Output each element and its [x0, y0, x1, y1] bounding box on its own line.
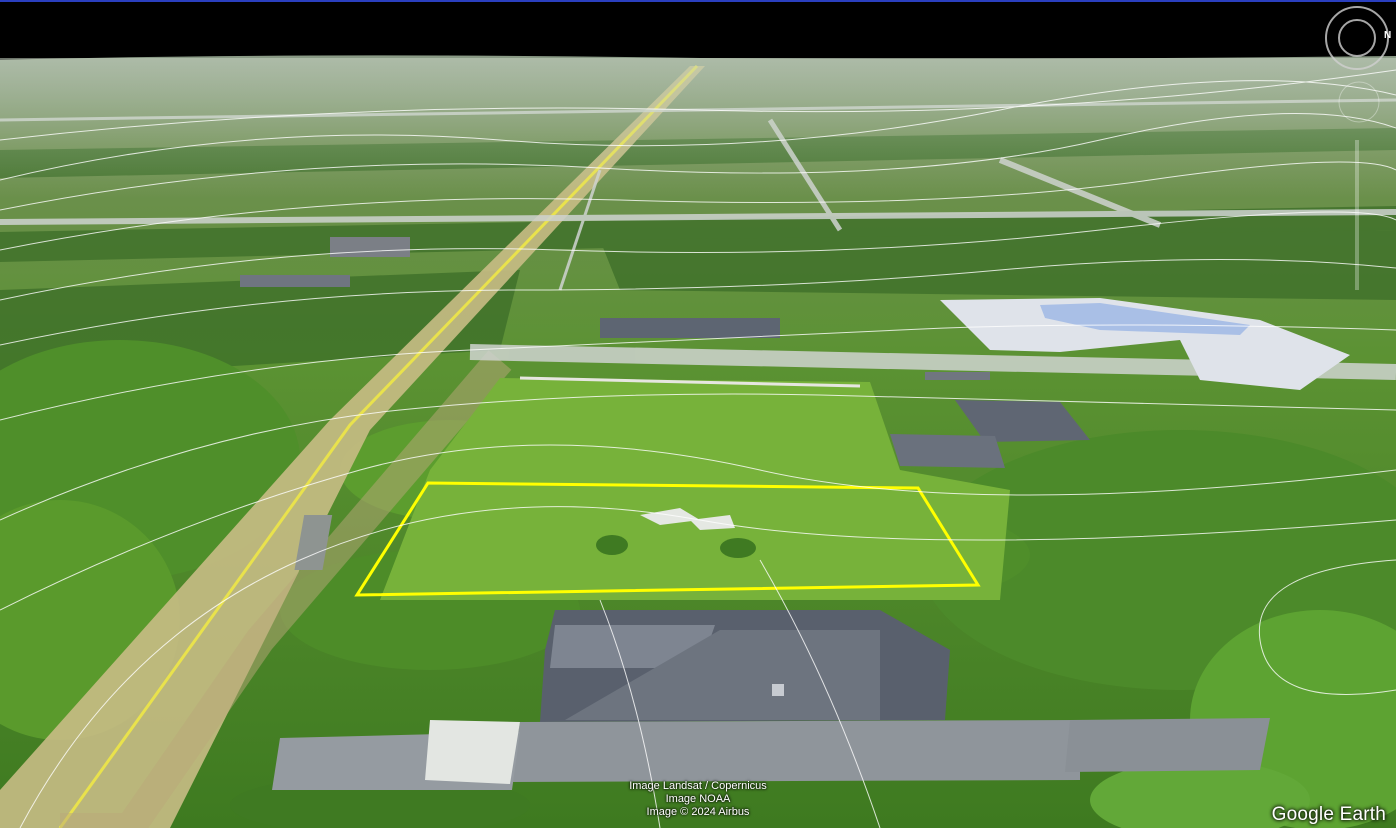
compass-north-label: N	[1384, 30, 1392, 41]
attribution-line-3: Image © 2024 Airbus	[646, 806, 750, 818]
google-earth-logo: Google Earth	[1271, 804, 1386, 825]
imagery-attribution: Image Landsat / Copernicus Image NOAA Im…	[0, 780, 1396, 819]
earth-viewport[interactable]: N Image Landsat / Copernicus Image NOAA …	[0, 0, 1396, 828]
distance-haze	[0, 58, 1396, 198]
aerial-3d-view[interactable]	[0, 0, 1396, 828]
zoom-slider[interactable]	[1355, 140, 1359, 290]
tilt-icon[interactable]	[1337, 80, 1381, 124]
compass-icon[interactable]	[1323, 4, 1391, 72]
attribution-line-1: Image Landsat / Copernicus	[629, 780, 767, 792]
attribution-line-2: Image NOAA	[665, 793, 731, 805]
